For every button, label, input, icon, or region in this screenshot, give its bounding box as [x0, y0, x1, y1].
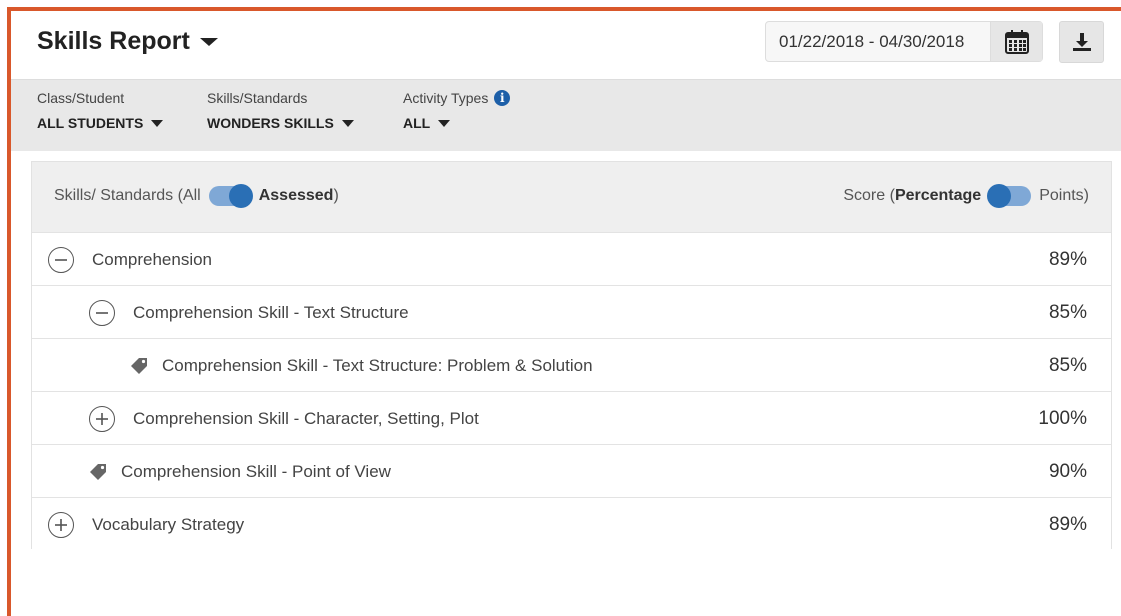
row-label: Comprehension Skill - Text Structure	[133, 302, 409, 322]
chevron-down-icon	[438, 119, 451, 127]
filter-label-text: Activity Types	[403, 90, 489, 106]
filter-activity-types: Activity Types i ALL	[403, 90, 511, 131]
table-row[interactable]: Comprehension Skill - Text Structure: Pr…	[32, 338, 1111, 391]
table-row[interactable]: Comprehension 89%	[32, 232, 1111, 285]
chevron-down-icon	[199, 37, 218, 46]
table-row[interactable]: Comprehension Skill - Text Structure 85%	[32, 285, 1111, 338]
filter-class-student: Class/Student ALL STUDENTS	[37, 90, 164, 131]
row-label: Comprehension Skill - Point of View	[121, 461, 391, 481]
skills-standards-dropdown[interactable]: WONDERS SKILLS	[207, 115, 354, 131]
row-label: Comprehension	[92, 249, 213, 269]
row-label-wrap: Comprehension Skill - Character, Setting…	[89, 392, 479, 445]
row-score: 85%	[1048, 301, 1087, 323]
skills-table: Skills/ Standards (All Assessed) Score (…	[31, 161, 1112, 550]
tag-icon	[130, 357, 148, 375]
row-score: 90%	[1048, 460, 1087, 482]
expand-icon[interactable]	[89, 405, 115, 432]
date-range-text: 01/22/2018 - 04/30/2018	[779, 31, 965, 51]
row-label: Comprehension Skill - Text Structure: Pr…	[162, 355, 593, 375]
filter-skills-standards: Skills/Standards WONDERS SKILLS	[207, 90, 354, 131]
filter-label: Activity Types i	[403, 90, 511, 106]
chevron-down-icon	[341, 119, 354, 127]
class-student-dropdown[interactable]: ALL STUDENTS	[37, 115, 164, 131]
toggle-label-percentage: Percentage	[894, 187, 982, 204]
row-label-wrap: Comprehension Skill - Text Structure: Pr…	[130, 339, 593, 392]
download-button[interactable]	[1059, 21, 1104, 63]
calendar-icon	[1004, 29, 1029, 54]
row-label: Vocabulary Strategy	[92, 514, 245, 534]
score-toggle[interactable]	[987, 184, 1032, 208]
collapse-icon[interactable]	[48, 246, 74, 273]
toggle-label-points: Points)	[1039, 187, 1089, 204]
toggle-knob	[987, 184, 1012, 208]
row-score: 85%	[1048, 354, 1087, 376]
filter-label: Class/Student	[37, 90, 125, 106]
table-header: Skills/ Standards (All Assessed) Score (…	[32, 162, 1111, 232]
row-label: Comprehension Skill - Character, Setting…	[133, 408, 479, 428]
row-score: 89%	[1048, 248, 1087, 270]
filter-bar: Class/Student ALL STUDENTS Skills/Standa…	[11, 79, 1121, 151]
toggle-label-all: Skills/ Standards (All	[54, 187, 201, 204]
row-label-wrap: Comprehension Skill - Text Structure	[89, 286, 409, 339]
score-toggle-group: Score (Percentage Points)	[843, 184, 1089, 208]
row-score: 89%	[1048, 513, 1087, 535]
date-range-picker[interactable]: 01/22/2018 - 04/30/2018	[765, 21, 1043, 62]
toggle-knob	[228, 184, 253, 208]
skills-standards-toggle[interactable]	[208, 184, 253, 208]
collapse-icon[interactable]	[89, 299, 115, 326]
table-row[interactable]: Comprehension Skill - Character, Setting…	[32, 391, 1111, 444]
expand-icon[interactable]	[48, 511, 74, 538]
row-label-wrap: Vocabulary Strategy	[48, 498, 244, 551]
row-label-wrap: Comprehension Skill - Point of View	[89, 445, 391, 498]
report-header: Skills Report 01/22/2018 - 04/30/2018	[11, 11, 1121, 79]
report-title: Skills Report	[37, 27, 190, 55]
tag-icon	[89, 463, 107, 481]
filter-value: ALL	[403, 115, 431, 131]
report-frame: Skills Report 01/22/2018 - 04/30/2018 Cl…	[7, 7, 1121, 616]
toggle-label-assessed: Assessed	[258, 187, 334, 204]
score-label: Score (	[843, 187, 895, 204]
chevron-down-icon	[151, 119, 164, 127]
table-row[interactable]: Comprehension Skill - Point of View 90%	[32, 444, 1111, 497]
filter-label: Skills/Standards	[207, 90, 308, 106]
report-title-dropdown[interactable]: Skills Report	[37, 27, 218, 56]
download-icon	[1072, 33, 1091, 51]
calendar-button[interactable]	[990, 22, 1042, 61]
row-label-wrap: Comprehension	[48, 233, 212, 286]
info-icon[interactable]: i	[494, 90, 511, 106]
toggle-label-suffix: )	[333, 187, 339, 204]
table-row[interactable]: Vocabulary Strategy 89%	[32, 497, 1111, 550]
activity-types-dropdown[interactable]: ALL	[403, 115, 510, 131]
filter-value: ALL STUDENTS	[37, 115, 144, 131]
skills-standards-toggle-group: Skills/ Standards (All Assessed)	[54, 184, 339, 208]
filter-value: WONDERS SKILLS	[207, 115, 334, 131]
row-score: 100%	[1038, 407, 1087, 429]
